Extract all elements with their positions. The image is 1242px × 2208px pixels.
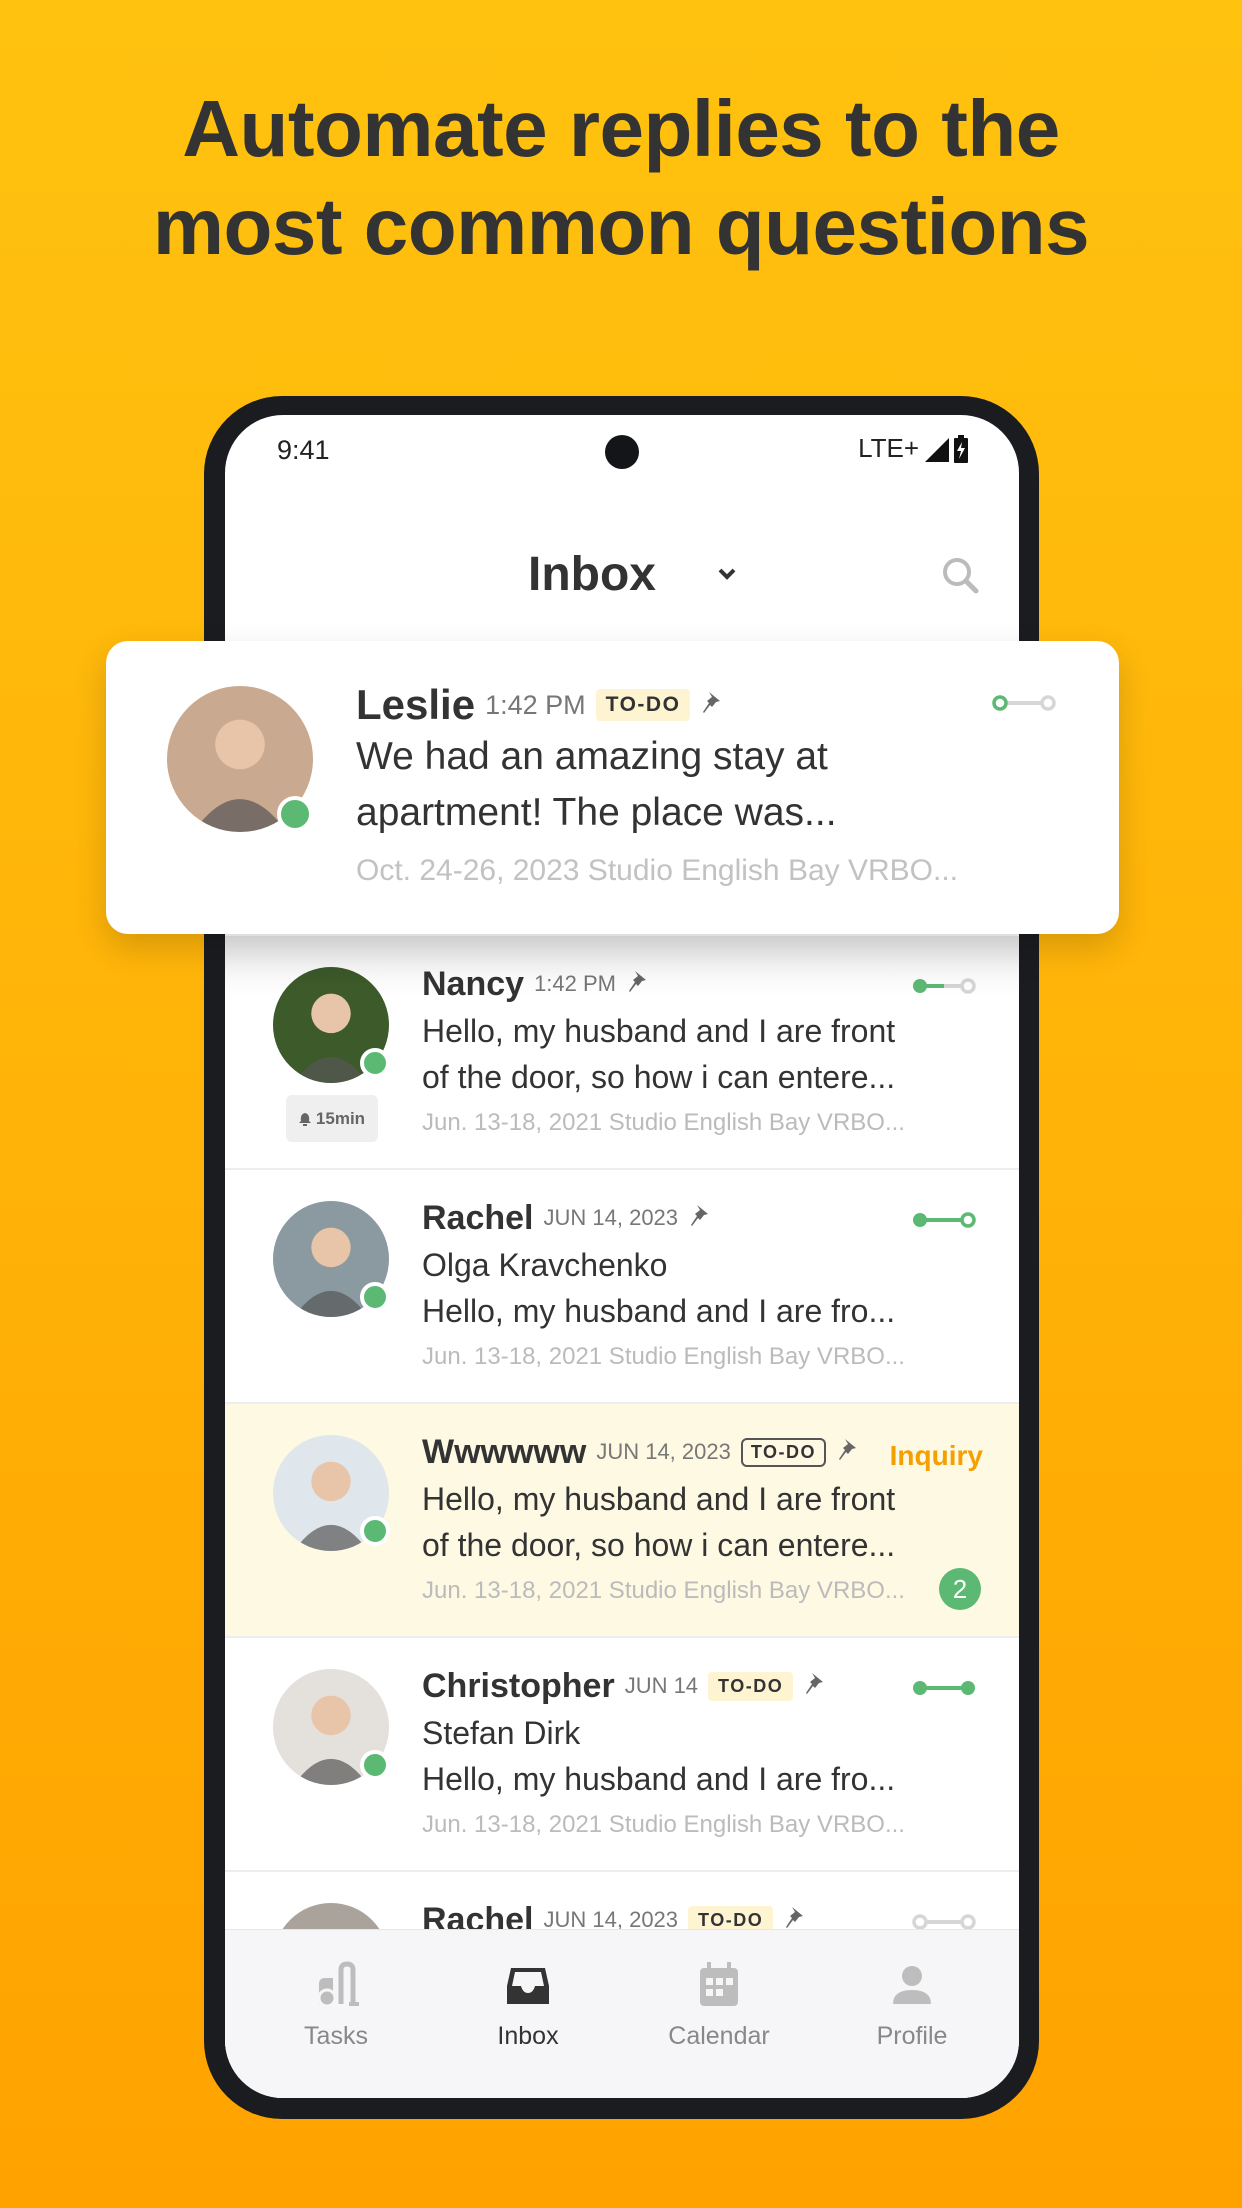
message-preview-line: Hello, my husband and I are front bbox=[422, 1013, 896, 1049]
pin-icon[interactable] bbox=[688, 1203, 712, 1234]
headline: Automate replies to the most common ques… bbox=[0, 80, 1242, 276]
pin-icon[interactable] bbox=[803, 1671, 827, 1702]
tab-label: Tasks bbox=[304, 2022, 368, 2050]
booking-info: Jun. 13-18, 2021 Studio English Bay VRBO… bbox=[422, 1811, 905, 1838]
pin-icon[interactable] bbox=[700, 690, 724, 721]
online-indicator bbox=[360, 1048, 390, 1078]
message-time: 1:42 PM bbox=[485, 689, 586, 720]
progress-indicator bbox=[911, 1678, 977, 1698]
message-preview-line: Stefan Dirk bbox=[422, 1715, 581, 1751]
conversation-list: 15min Nancy 1:42 PM Hello, my husband and I… bbox=[225, 936, 1019, 2098]
conversation-row[interactable]: 15min Nancy 1:42 PM Hello, my husband and I… bbox=[225, 936, 1019, 1170]
status-time: 9:41 bbox=[277, 435, 330, 465]
todo-badge: TO-DO bbox=[595, 689, 691, 721]
featured-conversation-card[interactable]: Leslie 1:42 PM TO-DO We had an amazing s… bbox=[106, 641, 1119, 934]
snooze-time: 15min bbox=[315, 1108, 366, 1128]
progress-indicator bbox=[911, 976, 977, 996]
conversation-row[interactable]: Christopher JUN 14 TO-DO Stefan Dirk Hello, … bbox=[225, 1638, 1019, 1872]
signal-icon bbox=[925, 437, 949, 462]
headline-line-2: most common questions bbox=[152, 182, 1090, 271]
message-preview-line: Hello, my husband and I are fro... bbox=[422, 1761, 896, 1797]
contact-name: Wwwwww bbox=[422, 1432, 587, 1471]
camera-cutout bbox=[605, 435, 639, 469]
message-preview-line-1: We had an amazing stay at bbox=[356, 735, 828, 778]
status-network: LTE+ bbox=[858, 433, 969, 464]
vacuum-icon bbox=[317, 1961, 359, 2008]
booking-info: Oct. 24-26, 2023 Studio English Bay VRBO… bbox=[356, 854, 958, 887]
message-preview-line-2: apartment! The place was... bbox=[356, 791, 837, 834]
message-preview-line: Olga Kravchenko bbox=[422, 1247, 668, 1283]
message-preview-line: Hello, my husband and I are fro... bbox=[422, 1293, 896, 1329]
online-indicator bbox=[360, 1516, 390, 1546]
tab-label: Profile bbox=[876, 2022, 948, 2050]
message-preview-line: Hello, my husband and I are front bbox=[422, 1481, 896, 1517]
message-preview-line: of the door, so how i can entere... bbox=[422, 1059, 896, 1095]
online-indicator bbox=[360, 1750, 390, 1780]
message-time: JUN 14, 2023 bbox=[543, 1205, 679, 1230]
chevron-down-icon[interactable] bbox=[715, 565, 739, 583]
battery-charging-icon bbox=[954, 434, 968, 463]
headline-line-1: Automate replies to the bbox=[182, 84, 1060, 173]
todo-badge: TO-DO bbox=[708, 1671, 794, 1701]
online-indicator bbox=[360, 1282, 390, 1312]
status-bar: 9:41 LTE+ bbox=[225, 415, 1019, 485]
progress-indicator bbox=[991, 693, 1057, 713]
snooze-badge[interactable]: 15min bbox=[286, 1095, 378, 1142]
search-icon[interactable] bbox=[940, 555, 980, 595]
booking-info: Jun. 13-18, 2021 Studio English Bay VRBO… bbox=[422, 1343, 905, 1370]
inquiry-label: Inquiry bbox=[889, 1440, 983, 1471]
online-indicator bbox=[277, 796, 313, 832]
tab-calendar[interactable]: Calendar bbox=[634, 1930, 804, 2098]
bottom-tab-bar: Tasks Inbox Calendar Profile bbox=[225, 1929, 1019, 2098]
profile-icon bbox=[893, 1966, 931, 2004]
tab-label: Inbox bbox=[497, 2022, 559, 2050]
progress-indicator bbox=[911, 1210, 977, 1230]
tab-inbox[interactable]: Inbox bbox=[443, 1930, 613, 2098]
pin-icon[interactable] bbox=[836, 1437, 860, 1468]
booking-info: Jun. 13-18, 2021 Studio English Bay VRBO… bbox=[422, 1577, 905, 1604]
message-time: 1:42 PM bbox=[534, 971, 616, 996]
tab-label: Calendar bbox=[668, 2022, 770, 2050]
contact-name: Christopher bbox=[422, 1666, 615, 1705]
contact-name: Rachel bbox=[422, 1198, 534, 1237]
inbox-header: Inbox bbox=[225, 533, 1019, 613]
network-label: LTE+ bbox=[858, 433, 919, 463]
tab-tasks[interactable]: Tasks bbox=[251, 1930, 421, 2098]
message-time: JUN 14 bbox=[624, 1673, 699, 1698]
page-title[interactable]: Inbox bbox=[528, 547, 656, 602]
unread-count-badge: 2 bbox=[939, 1568, 981, 1610]
inbox-icon bbox=[507, 1968, 549, 2004]
tab-profile[interactable]: Profile bbox=[827, 1930, 997, 2098]
conversation-row[interactable]: Rachel JUN 14, 2023 Olga Kravchenko Hello, … bbox=[225, 1170, 1019, 1404]
contact-name: Nancy bbox=[422, 964, 525, 1003]
message-time: JUN 14, 2023 bbox=[596, 1439, 731, 1464]
calendar-icon bbox=[700, 1962, 738, 2006]
todo-badge: TO-DO bbox=[740, 1437, 827, 1467]
conversation-row[interactable]: Wwwwww JUN 14, 2023 TO-DO Hello, my husband… bbox=[225, 1404, 1019, 1638]
bell-icon bbox=[298, 1112, 311, 1126]
pin-icon[interactable] bbox=[626, 969, 650, 1000]
booking-info: Jun. 13-18, 2021 Studio English Bay VRBO… bbox=[422, 1109, 905, 1136]
contact-name: Leslie bbox=[356, 681, 476, 728]
message-preview-line: of the door, so how i can entere... bbox=[422, 1527, 896, 1563]
